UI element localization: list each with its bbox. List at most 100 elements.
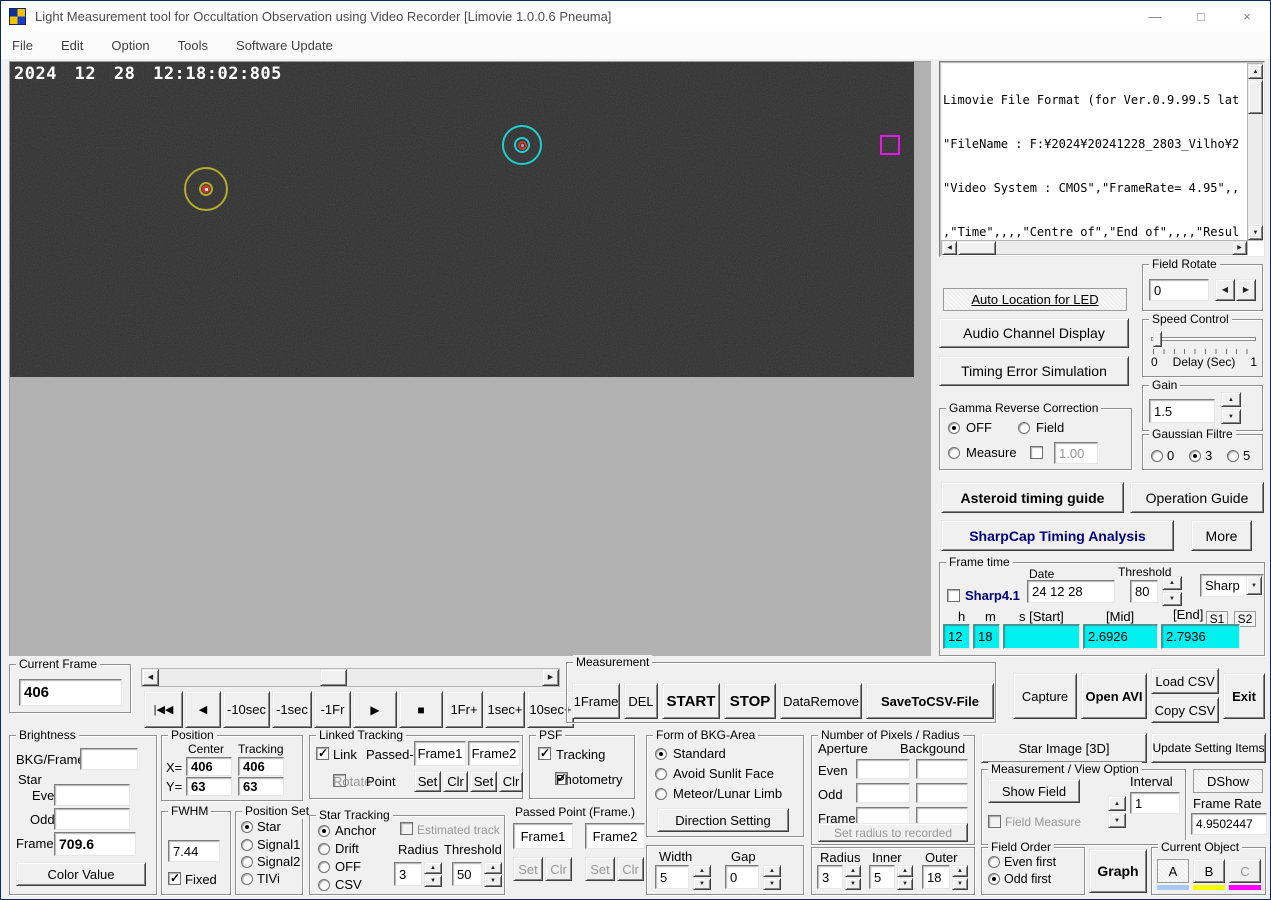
bkg-standard-radio[interactable] xyxy=(655,747,667,760)
maximize-button[interactable]: □ xyxy=(1178,1,1224,31)
data-remove-button[interactable]: DataRemove xyxy=(780,683,862,719)
threshold-input[interactable]: 80 xyxy=(1130,580,1158,603)
frame-scroll-right-icon[interactable]: ▶ xyxy=(542,669,559,686)
gain-input[interactable]: 1.5 xyxy=(1149,399,1215,423)
timing-error-simulation-button[interactable]: Timing Error Simulation xyxy=(939,356,1129,386)
tracking-threshold-up-icon[interactable]: ▲ xyxy=(484,862,502,874)
linked-clr2-button[interactable]: Clr xyxy=(499,771,523,792)
frame-scroll-left-icon[interactable]: ◀ xyxy=(142,669,159,686)
pos-set-tivi-option[interactable]: TIVi xyxy=(241,871,280,886)
gaussian-3-radio[interactable] xyxy=(1189,449,1201,462)
gain-up-icon[interactable]: ▲ xyxy=(1221,392,1241,407)
outer-up-icon[interactable]: ▲ xyxy=(952,865,968,877)
fwd-1sec-button[interactable]: 1sec+ xyxy=(485,691,525,728)
inner-down-icon[interactable]: ▼ xyxy=(897,878,913,890)
star-frame-input[interactable]: 709.6 xyxy=(54,832,136,856)
del-button[interactable]: DEL xyxy=(624,683,658,719)
passed-set1-button[interactable]: Set xyxy=(513,857,543,881)
time-mid-field[interactable]: 2.6926 xyxy=(1083,624,1158,649)
tracking-off-option[interactable]: OFF xyxy=(318,859,361,874)
linked-frame1-box[interactable]: Frame1 xyxy=(414,741,466,766)
stop-button[interactable]: STOP xyxy=(724,683,776,719)
minimize-button[interactable]: — xyxy=(1132,1,1178,31)
star-odd-input[interactable] xyxy=(54,808,130,830)
linked-set2-button[interactable]: Set xyxy=(470,771,497,792)
tracking-drift-option[interactable]: Drift xyxy=(318,841,359,856)
fwhm-fixed-checkbox[interactable] xyxy=(168,871,181,885)
back-1frame-button[interactable]: -1Fr xyxy=(314,691,351,728)
inner-input[interactable]: 5 xyxy=(869,865,895,889)
passed-frame2-box[interactable]: Frame2 xyxy=(585,823,645,849)
play-button[interactable]: ▶ xyxy=(353,691,397,728)
frame-scrollbar[interactable]: ◀ ▶ xyxy=(141,668,560,687)
interval-input[interactable]: 1 xyxy=(1130,792,1180,814)
tracking-csv-radio[interactable] xyxy=(318,878,330,891)
linked-frame2-box[interactable]: Frame2 xyxy=(468,741,520,766)
scroll-right-icon[interactable]: ▶ xyxy=(1232,241,1247,255)
tracking-csv-option[interactable]: CSV xyxy=(318,877,362,892)
csv-vscrollbar[interactable]: ▲ ▼ xyxy=(1247,63,1263,241)
csv-text-view[interactable]: Limovie File Format (for Ver.0.9.99.5 la… xyxy=(939,61,1265,257)
update-setting-items-button[interactable]: Update Setting Items xyxy=(1151,733,1266,763)
bkg-meteor-option[interactable]: Meteor/Lunar Limb xyxy=(655,786,782,801)
gap-down-icon[interactable]: ▼ xyxy=(763,878,781,890)
radius-input[interactable]: 3 xyxy=(817,865,843,889)
outer-down-icon[interactable]: ▼ xyxy=(952,878,968,890)
tracking-radius-input[interactable]: 3 xyxy=(394,862,422,886)
pos-set-signal1-radio[interactable] xyxy=(241,838,253,851)
pos-set-tivi-radio[interactable] xyxy=(241,872,253,885)
fwhm-input[interactable]: 7.44 xyxy=(168,840,220,862)
menu-file[interactable]: File xyxy=(12,38,33,53)
width-down-icon[interactable]: ▼ xyxy=(693,878,711,890)
load-csv-button[interactable]: Load CSV xyxy=(1151,668,1219,694)
show-field-button[interactable]: Show Field xyxy=(988,779,1080,803)
even-first-radio[interactable] xyxy=(988,856,1000,868)
passed-clr2-button[interactable]: Clr xyxy=(617,857,644,881)
back-1sec-button[interactable]: -1sec xyxy=(272,691,312,728)
copy-csv-button[interactable]: Copy CSV xyxy=(1151,697,1219,723)
rotate-left-icon[interactable]: ◀ xyxy=(1215,279,1235,301)
gamma-measure-radio[interactable] xyxy=(948,446,960,459)
csv-hscrollbar[interactable]: ◀ ▶ xyxy=(941,240,1248,255)
start-button[interactable]: START xyxy=(662,683,720,719)
menu-option[interactable]: Option xyxy=(111,38,149,53)
gaussian-0-option[interactable]: 0 xyxy=(1151,448,1174,463)
time-h-field[interactable]: 12 xyxy=(943,624,970,649)
scroll-down-icon[interactable]: ▼ xyxy=(1248,225,1263,240)
skip-to-start-button[interactable]: |◀◀ xyxy=(144,691,183,728)
passed-set2-button[interactable]: Set xyxy=(585,857,615,881)
passed-clr1-button[interactable]: Clr xyxy=(545,857,572,881)
x-tracking-input[interactable]: 406 xyxy=(238,757,284,776)
measure-1frame-button[interactable]: 1Frame xyxy=(572,683,620,719)
radius-up-icon[interactable]: ▲ xyxy=(845,865,861,877)
pos-set-signal2-option[interactable]: Signal2 xyxy=(241,854,300,869)
marker-magenta-square[interactable] xyxy=(880,135,900,155)
psf-tracking-checkbox[interactable] xyxy=(538,746,551,760)
gaussian-0-radio[interactable] xyxy=(1151,449,1163,462)
gain-down-icon[interactable]: ▼ xyxy=(1221,409,1241,424)
back-10sec-button[interactable]: -10sec xyxy=(223,691,270,728)
scroll-left-icon[interactable]: ◀ xyxy=(942,241,957,255)
dropdown-arrow-icon[interactable]: ▼ xyxy=(1246,576,1262,595)
color-value-button[interactable]: Color Value xyxy=(16,862,146,886)
pixels-odd-background-input[interactable] xyxy=(916,783,968,803)
tracking-drift-radio[interactable] xyxy=(318,842,330,855)
tracking-anchor-radio[interactable] xyxy=(318,824,330,837)
dshow-button[interactable]: DShow xyxy=(1193,769,1263,793)
star-image-3d-button[interactable]: Star Image [3D] xyxy=(981,733,1147,763)
rotate-right-icon[interactable]: ▶ xyxy=(1236,279,1256,301)
pos-set-signal2-radio[interactable] xyxy=(241,855,253,868)
capture-button[interactable]: Capture xyxy=(1013,673,1077,719)
tracking-off-radio[interactable] xyxy=(318,860,330,873)
open-avi-button[interactable]: Open AVI xyxy=(1081,673,1147,719)
asteroid-timing-guide-button[interactable]: Asteroid timing guide xyxy=(941,482,1124,513)
fwd-1frame-button[interactable]: 1Fr+ xyxy=(445,691,483,728)
gaussian-3-option[interactable]: 3 xyxy=(1189,448,1212,463)
bkg-avoid-option[interactable]: Avoid Sunlit Face xyxy=(655,766,774,781)
object-b-button[interactable]: B xyxy=(1193,859,1225,883)
set-radius-button[interactable]: Set radius to recorded xyxy=(818,823,968,842)
threshold-down-icon[interactable]: ▼ xyxy=(1162,592,1182,606)
interval-down-icon[interactable]: ▼ xyxy=(1108,813,1126,828)
radius-down-icon[interactable]: ▼ xyxy=(845,878,861,890)
tracking-radius-up-icon[interactable]: ▲ xyxy=(424,862,442,874)
